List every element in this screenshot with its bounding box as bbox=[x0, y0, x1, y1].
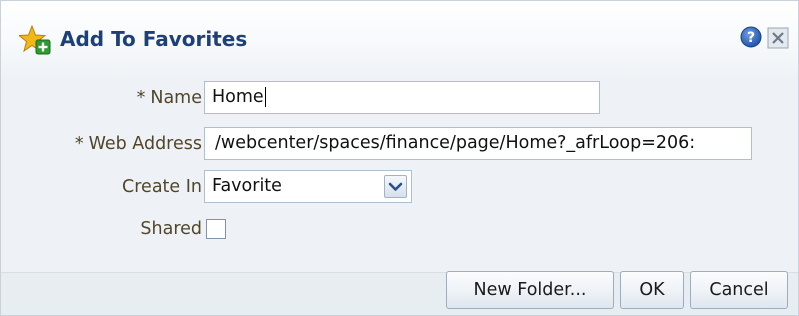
name-label-text: Name bbox=[150, 88, 202, 108]
web-address-input-value: /webcenter/spaces/finance/page/Home?_afr… bbox=[215, 133, 696, 153]
create-in-select[interactable]: Favorite bbox=[204, 170, 412, 203]
shared-row: Shared bbox=[1, 212, 798, 248]
web-address-label-text: Web Address bbox=[88, 134, 202, 154]
dialog-title: Add To Favorites bbox=[60, 27, 248, 51]
create-in-row: Create In Favorite bbox=[1, 170, 798, 206]
web-address-row: * Web Address /webcenter/spaces/finance/p… bbox=[1, 127, 798, 163]
name-input[interactable]: Home bbox=[204, 81, 600, 114]
new-folder-button[interactable]: New Folder... bbox=[446, 271, 614, 309]
ok-button[interactable]: OK bbox=[620, 271, 684, 309]
cancel-button[interactable]: Cancel bbox=[690, 271, 788, 309]
web-address-label: * Web Address bbox=[75, 134, 202, 154]
star-add-icon bbox=[19, 25, 51, 55]
web-address-input[interactable]: /webcenter/spaces/finance/page/Home?_afr… bbox=[204, 127, 752, 160]
required-marker: * bbox=[136, 88, 146, 108]
help-icon[interactable]: ? bbox=[740, 26, 762, 48]
chevron-down-glyph bbox=[388, 182, 403, 191]
svg-text:?: ? bbox=[747, 30, 755, 46]
add-to-favorites-dialog: Add To Favorites ? * Name Home * Web Add… bbox=[0, 0, 799, 316]
create-in-label: Create In bbox=[122, 177, 202, 197]
required-marker: * bbox=[74, 134, 84, 154]
dialog-header: Add To Favorites ? bbox=[1, 1, 798, 79]
create-in-selected-value: Favorite bbox=[212, 176, 282, 196]
chevron-down-icon[interactable] bbox=[384, 175, 407, 198]
close-icon[interactable] bbox=[767, 27, 789, 49]
text-caret bbox=[264, 87, 266, 107]
name-label: * Name bbox=[137, 88, 202, 108]
name-input-value: Home bbox=[212, 87, 264, 107]
shared-checkbox[interactable] bbox=[206, 219, 226, 239]
name-row: * Name Home bbox=[1, 81, 798, 117]
shared-label: Shared bbox=[140, 219, 202, 239]
